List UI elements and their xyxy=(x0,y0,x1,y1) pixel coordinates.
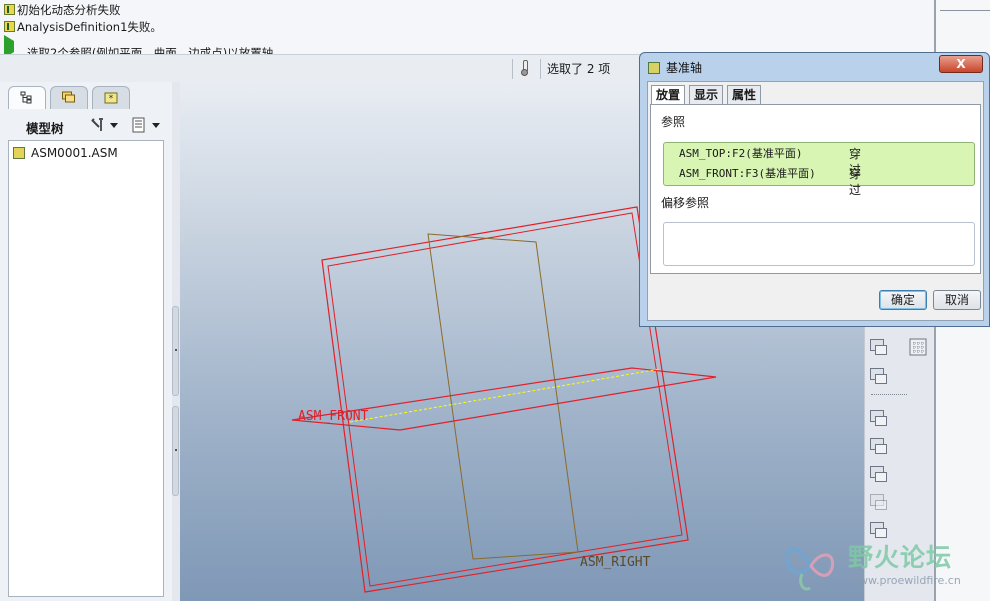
tab-favorites[interactable]: * xyxy=(92,86,130,109)
model-tree: ASM0001.ASM xyxy=(8,140,164,597)
watermark-url: www.proewildfire.cn xyxy=(850,574,961,587)
ok-button[interactable]: 确定 xyxy=(879,290,927,310)
front-plane-label: ASM_FRONT xyxy=(298,409,369,424)
cancel-button[interactable]: 取消 xyxy=(933,290,981,310)
divider xyxy=(540,59,541,79)
selection-count: 选取了 2 项 xyxy=(547,62,611,76)
tab-placement[interactable]: 放置 xyxy=(651,85,686,106)
reference-constraint[interactable]: 穿过 xyxy=(849,166,861,198)
pattern-icon[interactable] xyxy=(868,464,888,484)
asm-front-plane-inner xyxy=(327,212,683,587)
favorites-icon: * xyxy=(104,92,118,104)
panel-splitter[interactable] xyxy=(172,82,180,601)
sketch-grid-icon[interactable] xyxy=(908,337,928,357)
k-icon xyxy=(4,4,15,15)
tree-node-asm0001[interactable]: ASM0001.ASM xyxy=(13,145,118,161)
chevron-down-icon[interactable] xyxy=(152,123,160,128)
close-button[interactable]: X xyxy=(939,55,983,73)
dialog-title-text: 基准轴 xyxy=(666,61,703,75)
asm-right-plane[interactable] xyxy=(427,233,579,560)
datum-plane-tool-icon[interactable] xyxy=(868,337,888,357)
reference-name: ASM_TOP:F2(基准平面) xyxy=(679,147,803,160)
tree-node-label: ASM0001.ASM xyxy=(31,146,118,160)
offset-references-label: 偏移参照 xyxy=(661,196,710,210)
assemble-component-icon[interactable] xyxy=(868,408,888,428)
splitter-grip[interactable] xyxy=(172,406,179,496)
message-line: 初始化动态分析失败 xyxy=(4,2,121,18)
svg-text:*: * xyxy=(109,94,114,104)
tab-properties[interactable]: 属性 xyxy=(727,85,762,105)
watermark-title: 野火论坛 xyxy=(848,543,953,572)
message-line: AnalysisDefinition1失败。 xyxy=(4,19,162,35)
datum-axis-icon xyxy=(648,62,660,74)
divider xyxy=(512,59,513,79)
settings-list-icon[interactable] xyxy=(131,117,147,133)
tab-folder-browser[interactable] xyxy=(50,86,88,109)
datum-axis-tool-icon[interactable] xyxy=(868,366,888,386)
tree-header: 模型树 xyxy=(8,112,164,138)
axis-preview xyxy=(349,368,661,423)
message-area: 初始化动态分析失败 AnalysisDefinition1失败。 选取2个参照(… xyxy=(0,0,934,60)
tools-icon[interactable] xyxy=(90,117,106,133)
asm-front-plane-outer[interactable] xyxy=(321,206,689,593)
toolbar-separator xyxy=(871,394,907,395)
divider xyxy=(940,10,990,11)
reference-name: ASM_FRONT:F3(基准平面) xyxy=(679,167,816,180)
splitter-grip[interactable] xyxy=(172,306,179,396)
message-text: AnalysisDefinition1失败。 xyxy=(17,20,162,34)
navigator-panel: * 模型树 ASM0001.ASM xyxy=(0,82,173,601)
tab-display[interactable]: 显示 xyxy=(689,85,724,105)
watermark: 野火论坛 www.proewildfire.cn xyxy=(780,534,985,596)
create-component-icon[interactable] xyxy=(868,436,888,456)
offset-references-collector[interactable] xyxy=(663,222,975,266)
chevron-down-icon[interactable] xyxy=(110,123,118,128)
right-plane-label: ASM_RIGHT xyxy=(580,555,651,570)
tree-icon xyxy=(20,91,32,104)
butterfly-logo-icon xyxy=(785,547,835,591)
assembly-icon xyxy=(13,147,25,159)
references-collector[interactable]: ASM_TOP:F2(基准平面) 穿过 ASM_FRONT:F3(基准平面) 穿过 xyxy=(663,142,975,197)
dialog-body: 放置 显示 属性 参照 ASM_TOP:F2(基准平面) 穿过 ASM_FRONT… xyxy=(647,81,984,321)
reference-row[interactable]: ASM_TOP:F2(基准平面) 穿过 xyxy=(679,146,861,177)
reference-row[interactable]: ASM_FRONT:F3(基准平面) 穿过 xyxy=(679,166,861,197)
tree-title: 模型树 xyxy=(26,121,64,136)
message-line: 选取2个参照(例如平面、曲面、边或点)以放置轴。 xyxy=(4,35,285,60)
mirror-icon[interactable] xyxy=(868,492,888,512)
tab-model-tree[interactable] xyxy=(8,86,46,109)
thermometer-icon[interactable] xyxy=(521,60,528,76)
k-icon xyxy=(4,21,15,32)
references-label: 参照 xyxy=(661,115,686,129)
message-text: 初始化动态分析失败 xyxy=(17,3,121,17)
placement-panel: 参照 ASM_TOP:F2(基准平面) 穿过 ASM_FRONT:F3(基准平面)… xyxy=(650,104,981,274)
datum-axis-dialog: 基准轴 X 放置 显示 属性 参照 ASM_TOP:F2(基准平面) 穿过 ASM… xyxy=(639,52,990,327)
folders-icon xyxy=(62,91,75,103)
dialog-title: 基准轴 xyxy=(648,59,702,76)
